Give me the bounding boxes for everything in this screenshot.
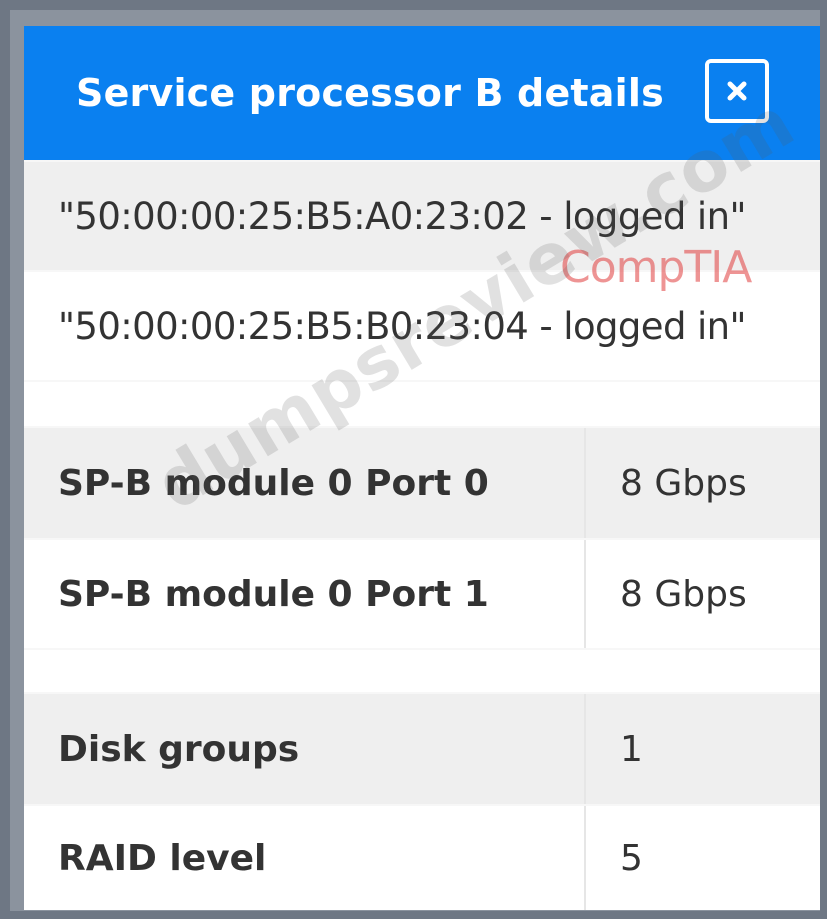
storage-value-0: 1 <box>620 729 643 770</box>
port-row-0: SP-B module 0 Port 0 8 Gbps <box>24 426 820 538</box>
storage-label-0: Disk groups <box>58 729 300 770</box>
port-row-1: SP-B module 0 Port 1 8 Gbps <box>24 538 820 648</box>
dialog-title: Service processor B details <box>76 71 664 115</box>
spacer-row <box>24 380 820 426</box>
column-divider <box>584 694 586 804</box>
storage-row-1: RAID level 5 <box>24 804 820 910</box>
column-divider <box>584 540 586 648</box>
port-label-1: SP-B module 0 Port 1 <box>58 574 489 615</box>
spacer-row <box>24 648 820 692</box>
column-divider <box>584 428 586 538</box>
column-divider <box>584 806 586 910</box>
storage-label-1: RAID level <box>58 838 267 879</box>
storage-value-1: 5 <box>620 838 643 879</box>
details-dialog: Service processor B details "50:00:00:25… <box>24 26 820 910</box>
storage-row-0: Disk groups 1 <box>24 692 820 804</box>
port-value-1: 8 Gbps <box>620 574 747 615</box>
port-value-0: 8 Gbps <box>620 463 747 504</box>
